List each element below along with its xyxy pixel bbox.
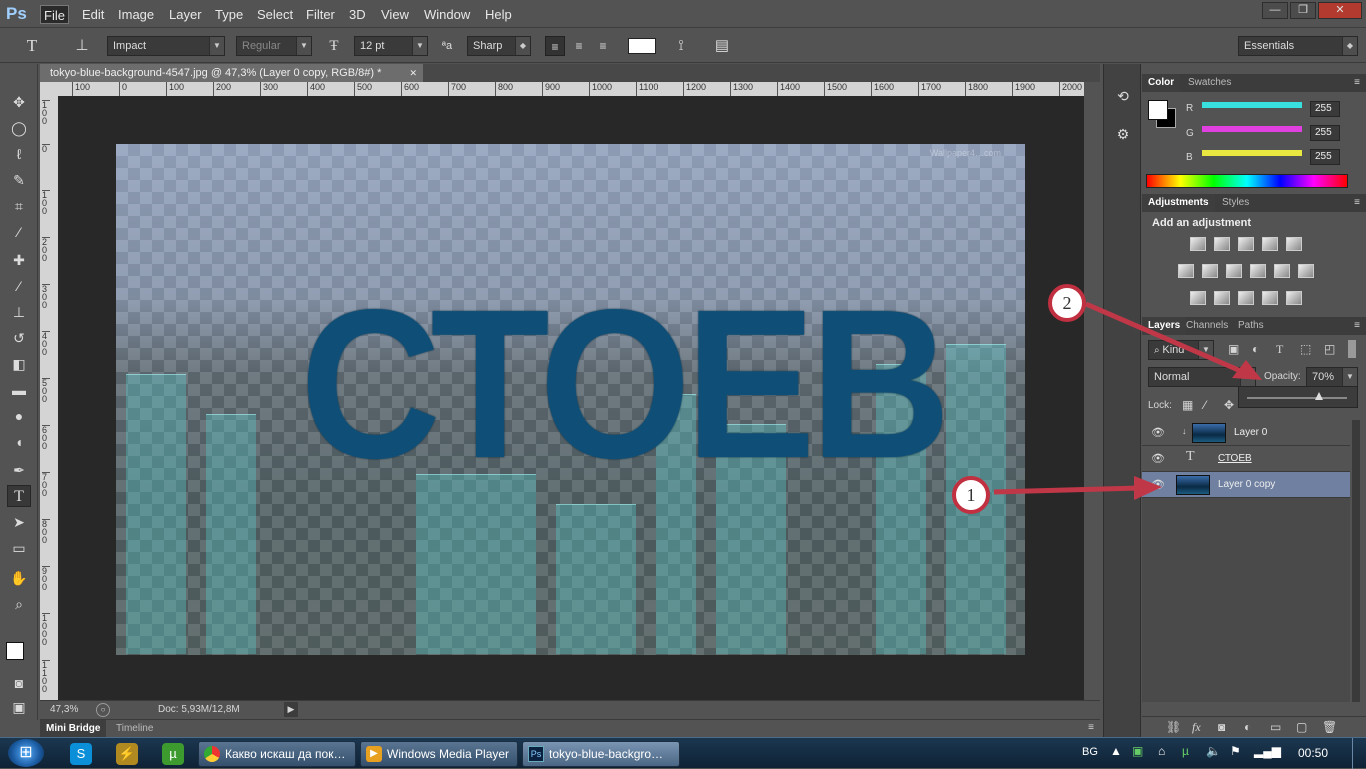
action-center-icon[interactable]: ⚑ (1230, 744, 1241, 758)
arrow-to-layer (993, 485, 1141, 495)
color-foreground-swatch[interactable] (1148, 100, 1168, 120)
annotation-marker-2: 2 (1048, 284, 1086, 322)
show-desktop-button[interactable] (1352, 738, 1366, 769)
skype-icon[interactable]: S (70, 743, 92, 765)
tray-arrow-icon[interactable]: ▲ (1110, 744, 1122, 758)
taskbar-item-photoshop[interactable]: Ps tokyo-blue-backgro… (522, 741, 680, 767)
clock[interactable]: 00:50 (1298, 746, 1328, 760)
arrow-to-opacity (1085, 301, 1244, 375)
network-icon[interactable]: ▂▄▆ (1254, 744, 1281, 758)
photoshop-taskbar-icon: Ps (528, 746, 544, 762)
windows-taskbar: ⊞ S ⚡ µ Какво искаш да пок… ▶ Windows Me… (0, 737, 1366, 769)
chrome-icon (204, 746, 220, 762)
taskbar-item-label: Windows Media Player (387, 747, 510, 761)
start-button[interactable]: ⊞ (8, 739, 44, 767)
annotation-marker-1: 1 (952, 476, 990, 514)
taskbar-item-chrome[interactable]: Какво искаш да пок… (198, 741, 356, 767)
taskbar-item-media-player[interactable]: ▶ Windows Media Player (360, 741, 518, 767)
tray-app-icon[interactable]: ▣ (1132, 744, 1143, 758)
taskbar-item-label: tokyo-blue-backgro… (549, 747, 664, 761)
tray-utorrent-icon[interactable]: µ (1182, 744, 1189, 758)
tray-device-icon[interactable]: ⌂ (1158, 744, 1165, 758)
utorrent-icon[interactable]: µ (162, 743, 184, 765)
taskbar-item-label: Какво искаш да пок… (225, 747, 346, 761)
media-player-icon: ▶ (366, 746, 382, 762)
arrow-head (1134, 476, 1162, 500)
volume-icon[interactable]: 🔈 (1206, 744, 1221, 758)
language-indicator[interactable]: BG (1082, 746, 1098, 758)
winamp-icon[interactable]: ⚡ (116, 743, 138, 765)
